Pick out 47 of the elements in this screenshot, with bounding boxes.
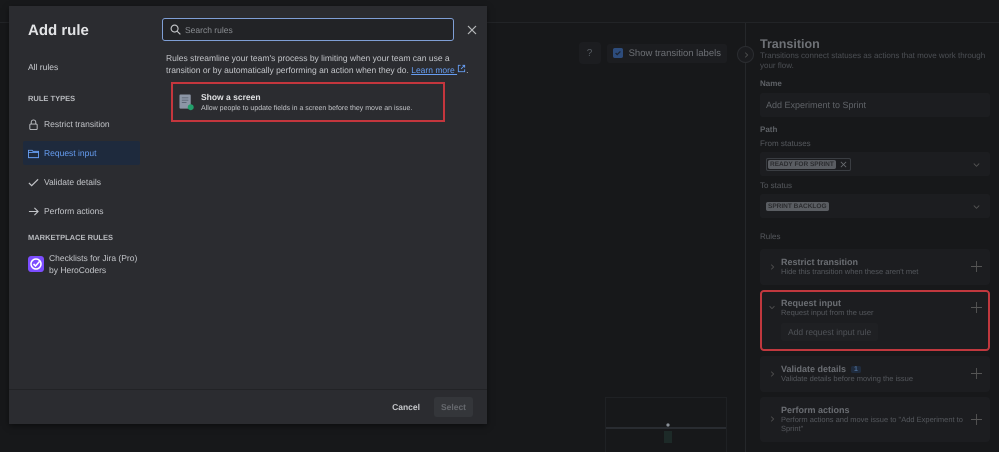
arrow-right-icon bbox=[28, 206, 39, 216]
field-label: Name bbox=[760, 79, 783, 88]
all-rules-link[interactable]: All rules bbox=[28, 62, 153, 72]
check-icon bbox=[28, 176, 39, 188]
cancel-button[interactable]: Cancel bbox=[386, 401, 426, 413]
chevron-right-icon bbox=[768, 262, 776, 271]
external-link-icon bbox=[457, 64, 466, 73]
add-icon[interactable] bbox=[971, 368, 982, 380]
search-icon bbox=[170, 24, 181, 35]
section-label: Rules bbox=[760, 232, 782, 241]
rule-title: Restrict transition bbox=[781, 257, 858, 267]
lock-icon bbox=[28, 118, 39, 130]
rule-type-item[interactable]: Validate details bbox=[23, 170, 140, 194]
field-label: From statuses bbox=[760, 139, 812, 148]
add-icon[interactable] bbox=[971, 302, 982, 313]
checkbox[interactable] bbox=[612, 48, 623, 58]
checkbox-label: Show transition labels bbox=[628, 48, 721, 58]
checklist-app-icon bbox=[28, 256, 44, 272]
name-field[interactable]: Add Experiment to Sprint bbox=[760, 93, 990, 117]
chevron-right-icon bbox=[768, 415, 776, 423]
field-label: To status bbox=[760, 181, 794, 190]
rule-type-item[interactable]: Perform actions bbox=[23, 199, 140, 223]
add-icon[interactable] bbox=[971, 261, 982, 272]
section-label: Path bbox=[760, 125, 778, 134]
folder-icon bbox=[28, 148, 39, 158]
rule-title: Validate details bbox=[781, 364, 846, 374]
rule-title: Request input bbox=[781, 298, 841, 308]
rule-title: Perform actions bbox=[781, 404, 850, 414]
screen-document-icon bbox=[179, 94, 194, 110]
close-icon[interactable] bbox=[467, 24, 477, 34]
panel-description: Transitions connect statuses as actions that move work through your flow. bbox=[760, 51, 986, 71]
option-title: Show a screen bbox=[201, 92, 262, 102]
add-icon[interactable] bbox=[971, 414, 982, 424]
show-labels-checkbox[interactable]: Show transition labels bbox=[606, 44, 727, 62]
learn-more-link[interactable]: Learn more bbox=[411, 65, 466, 75]
chevron-down-icon bbox=[768, 303, 776, 312]
dialog-title: Add rule bbox=[28, 22, 90, 39]
search-field[interactable]: Search rules bbox=[162, 18, 454, 41]
expand-panel-button[interactable] bbox=[737, 46, 754, 63]
panel-title: Transition bbox=[760, 37, 821, 51]
remove-icon[interactable] bbox=[840, 160, 847, 168]
rule-type-item[interactable]: Request input bbox=[23, 141, 140, 165]
intro-text: Rules streamline your team's process by limiting when your team can use a transition or by automatically performing an action when they do. Learn more . bbox=[166, 52, 470, 76]
rule-type-item[interactable]: Restrict transition bbox=[23, 112, 140, 136]
marketplace-item[interactable]: Checklists for Jira (Pro) by HeroCoders bbox=[28, 252, 138, 276]
help-button[interactable]: ? bbox=[578, 42, 601, 64]
chevron-right-icon bbox=[768, 370, 776, 378]
